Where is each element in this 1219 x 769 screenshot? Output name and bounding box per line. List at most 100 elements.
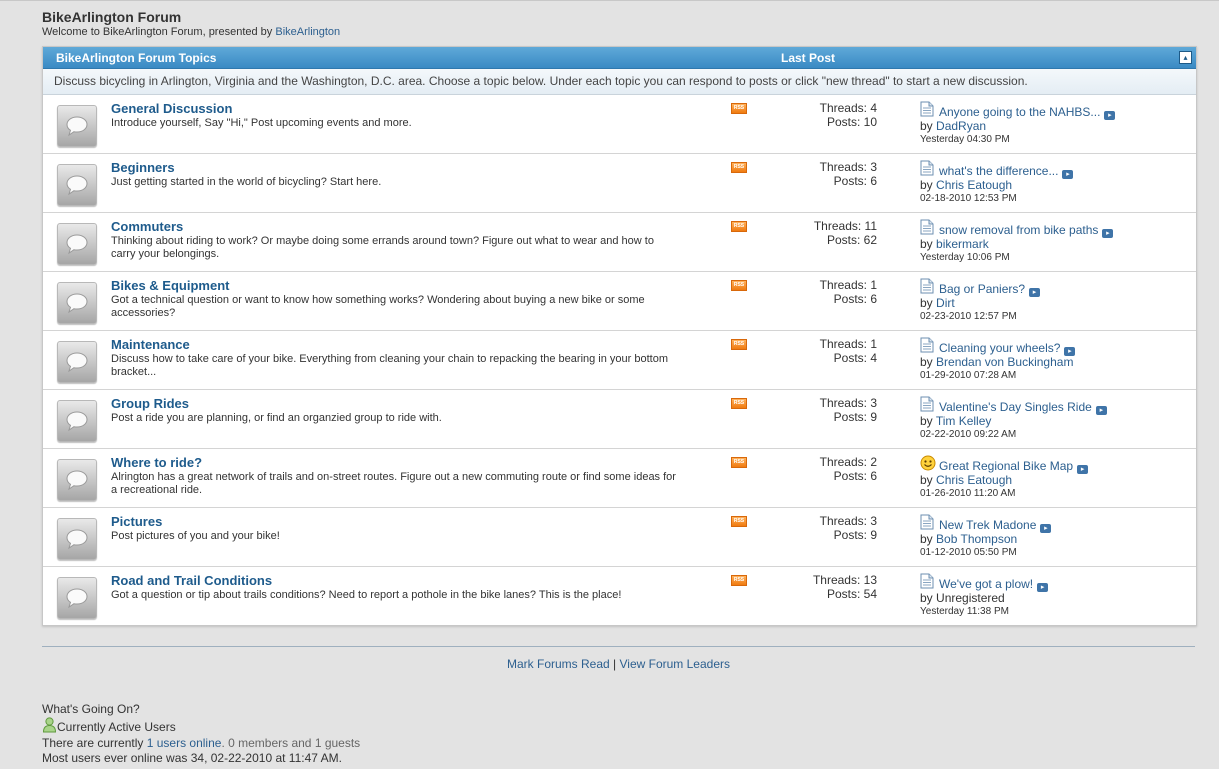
forum-stats: Threads: 3 Posts: 9 [763,514,877,542]
forum-description: Got a technical question or want to know… [111,294,645,319]
last-post-title: Bag or Paniers? ▸ [939,282,1041,297]
go-to-last-post-icon[interactable]: ▸ [1062,170,1074,179]
welcome-line: Welcome to BikeArlington Forum, presente… [42,26,340,38]
rss-icon[interactable]: RSS [731,516,747,527]
active-users-label: Currently Active Users [57,720,176,734]
rss-icon[interactable]: RSS [731,457,747,468]
last-post-author: by Tim Kelley [920,414,991,428]
forum-row: Commuters Thinking about riding to work?… [43,213,1196,272]
by-label: by [920,119,933,133]
go-to-last-post-icon[interactable]: ▸ [1095,406,1107,415]
forum-status-icon [57,223,97,265]
last-post-author: by Chris Eatough [920,178,1012,192]
collapse-icon[interactable]: ▴ [1179,51,1192,64]
last-post-user-link[interactable]: Tim Kelley [936,414,992,428]
table-description: Discuss bicycling in Arlington, Virginia… [43,69,1196,95]
last-post-date: 01-29-2010 07:28 AM [920,370,1017,381]
thread-count: Threads: 2 [819,455,877,469]
footer-divider [42,646,1195,647]
go-to-last-post-icon[interactable]: ▸ [1029,288,1041,297]
last-post-title: what's the difference... ▸ [939,164,1074,179]
last-post-author: by Dirt [920,296,955,310]
last-post-user-link[interactable]: bikermark [936,237,989,251]
forum-title-link[interactable]: Where to ride? [111,455,202,470]
bikearlington-link[interactable]: BikeArlington [275,26,340,38]
forum-title-link[interactable]: Pictures [111,514,162,529]
whats-going-on-title: What's Going On? [42,702,140,716]
forum-description: Post pictures of you and your bike! [111,530,280,542]
speech-bubble-icon [66,529,88,550]
last-post-date: Yesterday 11:38 PM [920,606,1009,617]
rss-icon[interactable]: RSS [731,398,747,409]
go-to-last-post-icon[interactable]: ▸ [1104,111,1116,120]
last-post-title-link[interactable]: Great Regional Bike Map [939,459,1073,473]
post-count: Posts: 10 [826,115,877,129]
last-post-user-link[interactable]: Chris Eatough [936,473,1012,487]
forum-title-link[interactable]: Maintenance [111,337,190,352]
forum-stats: Threads: 13 Posts: 54 [763,573,877,601]
last-post-title: snow removal from bike paths ▸ [939,223,1114,238]
mark-forums-read-link[interactable]: Mark Forums Read [507,657,610,671]
rss-icon[interactable]: RSS [731,103,747,114]
last-post-date: Yesterday 04:30 PM [920,134,1010,145]
thread-document-icon [920,219,934,235]
view-forum-leaders-link[interactable]: View Forum Leaders [620,657,731,671]
go-to-last-post-icon[interactable]: ▸ [1077,465,1089,474]
thread-count: Threads: 3 [819,160,877,174]
forum-status-icon [57,577,97,619]
thread-document-icon [920,514,934,530]
thread-count: Threads: 1 [819,278,877,292]
last-post-title-link[interactable]: Anyone going to the NAHBS... [939,105,1100,119]
by-label: by [920,296,933,310]
forum-title-link[interactable]: Commuters [111,219,183,234]
forum-title-link[interactable]: General Discussion [111,101,232,116]
speech-bubble-icon [66,293,88,314]
rss-icon[interactable]: RSS [731,339,747,350]
last-post-title-link[interactable]: what's the difference... [939,164,1058,178]
post-count: Posts: 9 [833,410,877,424]
rss-icon[interactable]: RSS [731,221,747,232]
forum-description: Discuss how to take care of your bike. E… [111,353,669,378]
last-post-date: 01-12-2010 05:50 PM [920,547,1017,558]
forum-description: Just getting started in the world of bic… [111,176,382,188]
forum-status-icon [57,164,97,206]
last-post-user-link[interactable]: Chris Eatough [936,178,1012,192]
thread-count: Threads: 11 [813,219,877,233]
forum-title-link[interactable]: Bikes & Equipment [111,278,229,293]
last-post-title-link[interactable]: We've got a plow! [939,577,1033,591]
forum-stats: Threads: 4 Posts: 10 [763,101,877,129]
last-post-title-link[interactable]: New Trek Madone [939,518,1036,532]
go-to-last-post-icon[interactable]: ▸ [1037,583,1049,592]
forum-row: Beginners Just getting started in the wo… [43,154,1196,213]
rss-icon[interactable]: RSS [731,280,747,291]
last-post-user-link[interactable]: DadRyan [936,119,986,133]
last-post-title-link[interactable]: Valentine's Day Singles Ride [939,400,1092,414]
user-icon [42,717,57,733]
users-online-link[interactable]: 1 users online [147,736,222,750]
last-post-author: by Unregistered [920,591,1005,605]
by-label: by [920,355,933,369]
last-post-user-link[interactable]: Dirt [936,296,955,310]
forum-stats: Threads: 2 Posts: 6 [763,455,877,483]
forum-row: Where to ride? Alrington has a great net… [43,449,1196,508]
by-label: by [920,473,933,487]
forum-title-link[interactable]: Beginners [111,160,175,175]
by-label: by [920,591,933,605]
forum-title-link[interactable]: Road and Trail Conditions [111,573,272,588]
last-post-title-link[interactable]: snow removal from bike paths [939,223,1098,237]
last-post-title-link[interactable]: Bag or Paniers? [939,282,1025,296]
last-post-title-link[interactable]: Cleaning your wheels? [939,341,1060,355]
forum-status-icon [57,341,97,383]
footer-links: Mark Forums Read | View Forum Leaders [0,657,1219,671]
by-label: by [920,237,933,251]
rss-icon[interactable]: RSS [731,162,747,173]
last-post-user-link[interactable]: Brendan von Buckingham [936,355,1073,369]
post-count: Posts: 62 [826,233,877,247]
last-post-user-link[interactable]: Bob Thompson [936,532,1017,546]
forum-list: General Discussion Introduce yourself, S… [43,95,1196,625]
go-to-last-post-icon[interactable]: ▸ [1102,229,1114,238]
go-to-last-post-icon[interactable]: ▸ [1040,524,1052,533]
last-post-title: New Trek Madone ▸ [939,518,1052,533]
rss-icon[interactable]: RSS [731,575,747,586]
forum-title-link[interactable]: Group Rides [111,396,189,411]
